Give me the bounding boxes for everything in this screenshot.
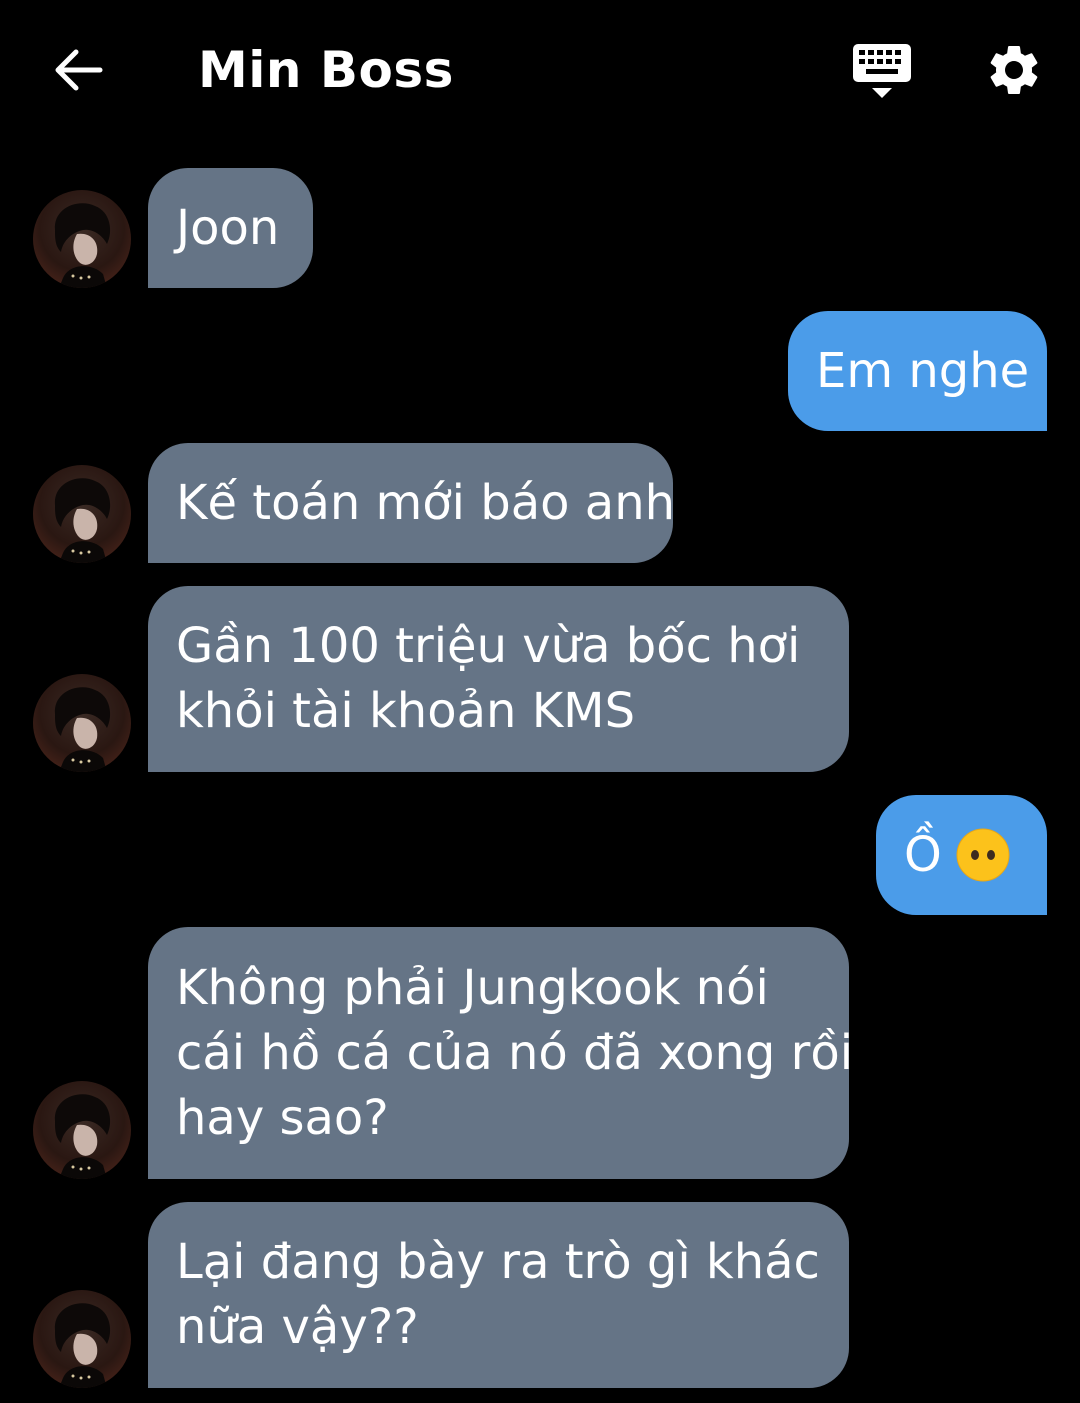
message-text: Không phải Jungkook nói cái hồ cá của nó… (176, 959, 854, 1146)
message-bubble-incoming[interactable]: Joon (148, 168, 313, 288)
message-text: Joon (176, 199, 280, 256)
avatar-photo (54, 1094, 111, 1179)
message-bubble-incoming[interactable]: Lại đang bày ra trò gì khác nữa vậy?? (148, 1202, 849, 1388)
avatar-photo (54, 203, 111, 288)
avatar[interactable] (33, 190, 131, 288)
chat-header: Min Boss (0, 0, 1080, 140)
message-text: Gần 100 triệu vừa bốc hơi khỏi tài khoản… (176, 618, 801, 739)
keyboard-hide-button[interactable] (848, 40, 916, 102)
avatar-photo (54, 1303, 111, 1388)
avatar[interactable] (33, 465, 131, 563)
arrow-left-icon (55, 49, 103, 91)
chat-title: Min Boss (198, 41, 454, 99)
keyboard-hide-icon (853, 44, 911, 98)
avatar[interactable] (33, 674, 131, 772)
message-bubble-incoming[interactable]: Gần 100 triệu vừa bốc hơi khỏi tài khoản… (148, 586, 849, 772)
avatar[interactable] (33, 1290, 131, 1388)
message-bubble-incoming[interactable]: Không phải Jungkook nói cái hồ cá của nó… (148, 927, 853, 1179)
avatar-photo (54, 687, 111, 772)
settings-button[interactable] (984, 40, 1044, 100)
message-text: Ồ (904, 826, 942, 883)
message-bubble-outgoing[interactable]: Ồ (876, 795, 1047, 915)
no-mouth-face-emoji (956, 828, 1010, 882)
avatar[interactable] (33, 1081, 131, 1179)
message-bubble-incoming[interactable]: Kế toán mới báo anh (148, 443, 676, 563)
avatar-photo (54, 478, 111, 563)
gear-icon (990, 45, 1038, 94)
back-button[interactable] (48, 40, 108, 100)
message-text: Lại đang bày ra trò gì khác nữa vậy?? (176, 1234, 820, 1355)
message-text: Kế toán mới báo anh (176, 474, 676, 531)
message-bubble-outgoing[interactable]: Em nghe (788, 311, 1047, 431)
message-text: Em nghe (816, 342, 1030, 399)
